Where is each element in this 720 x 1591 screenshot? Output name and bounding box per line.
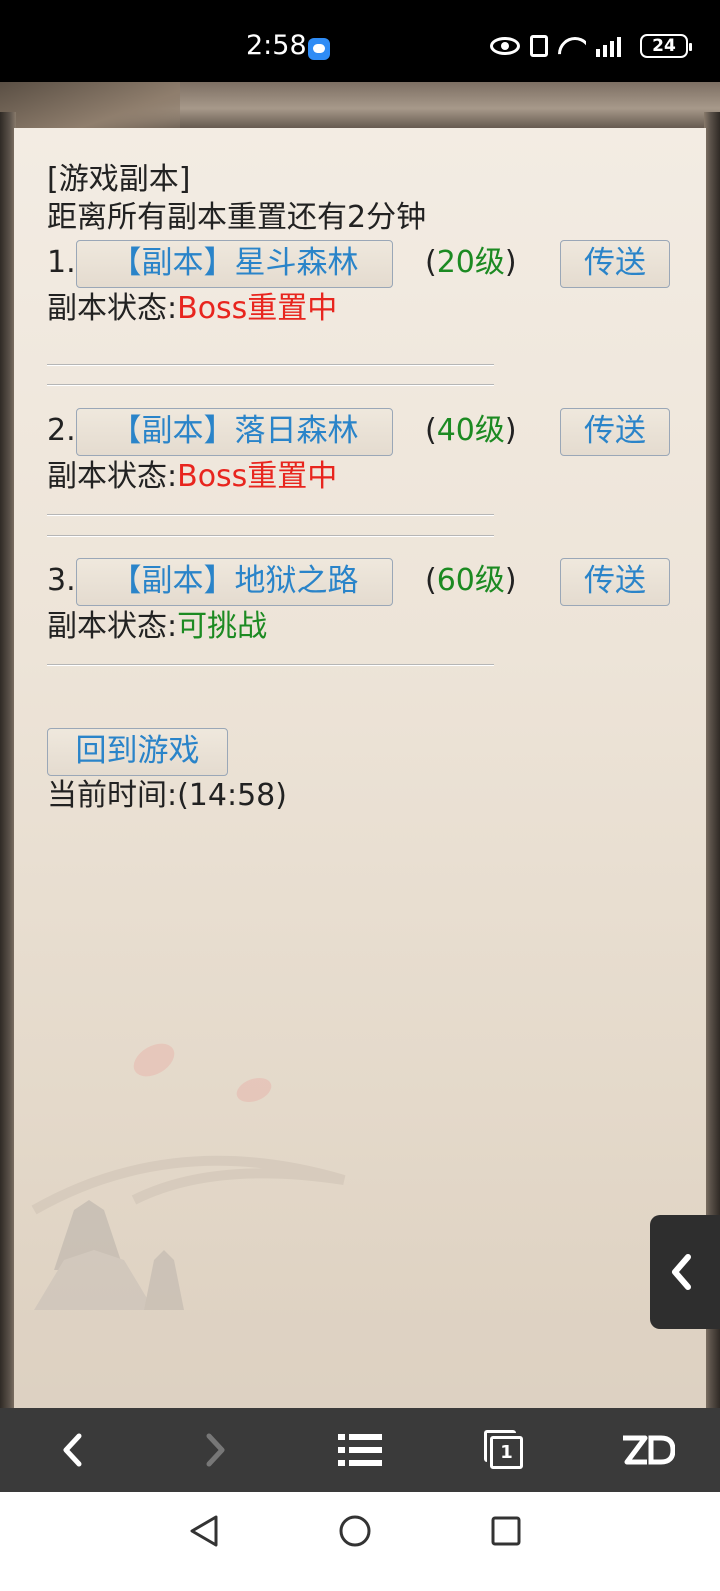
battery-icon: 24: [640, 34, 692, 58]
reset-notice: 距离所有副本重置还有2分钟: [47, 200, 427, 235]
nav-recents-icon[interactable]: [490, 1515, 522, 1547]
pagoda-landscape-art: [14, 1043, 706, 1430]
back-button[interactable]: [0, 1408, 144, 1492]
teleport-button-1[interactable]: 传送: [560, 240, 670, 288]
zd-logo-icon: [623, 1435, 675, 1465]
teleport-button-3[interactable]: 传送: [560, 558, 670, 606]
entry-index: 1.: [47, 245, 76, 280]
chevron-left-icon: [672, 1254, 691, 1290]
scroll-top-decoration: [0, 82, 720, 142]
eye-icon: [490, 37, 520, 55]
status-bar: 2:58 24: [0, 0, 720, 82]
divider: [47, 664, 494, 666]
signal-icon: [596, 35, 630, 57]
forward-icon: [206, 1433, 225, 1467]
current-time: 当前时间:(14:58): [47, 778, 287, 813]
system-nav-bar: [0, 1492, 720, 1591]
browser-toolbar: 1: [0, 1408, 720, 1492]
nav-home-icon[interactable]: [338, 1514, 372, 1548]
dungeon-link-2[interactable]: 【副本】落日森林: [76, 408, 393, 456]
side-drawer-tab[interactable]: [650, 1215, 720, 1329]
zd-button[interactable]: [576, 1408, 720, 1492]
entry-index: 2.: [47, 413, 76, 448]
tabs-button[interactable]: 1: [432, 1408, 576, 1492]
teleport-button-2[interactable]: 传送: [560, 408, 670, 456]
nav-back-icon[interactable]: [188, 1514, 220, 1548]
status-icons: 24: [490, 34, 692, 58]
entry-index: 3.: [47, 563, 76, 598]
tabs-count: 1: [490, 1436, 523, 1469]
dungeon-status-1: 副本状态:Boss重置中: [47, 291, 338, 326]
vibrate-icon: [530, 35, 548, 57]
menu-list-icon: [338, 1434, 382, 1466]
dungeon-level-2: (40级): [425, 413, 517, 448]
divider: [47, 384, 494, 386]
forward-button[interactable]: [144, 1408, 288, 1492]
dungeon-title: [游戏副本]: [47, 162, 191, 197]
dungeon-level-3: (60级): [425, 563, 517, 598]
menu-button[interactable]: [288, 1408, 432, 1492]
dungeon-status-3: 副本状态:可挑战: [47, 609, 268, 644]
divider: [47, 535, 494, 537]
dungeon-link-3[interactable]: 【副本】地狱之路: [76, 558, 393, 606]
divider: [47, 514, 494, 516]
dungeon-link-1[interactable]: 【副本】星斗森林: [76, 240, 393, 288]
wifi-icon: [558, 35, 586, 57]
message-icon: [308, 38, 330, 60]
dungeon-level-1: (20级): [425, 245, 517, 280]
back-to-game-button[interactable]: 回到游戏: [47, 728, 228, 776]
tabs-icon: 1: [484, 1430, 524, 1470]
divider: [47, 364, 494, 366]
dungeon-status-2: 副本状态:Boss重置中: [47, 459, 338, 494]
back-icon: [63, 1433, 82, 1467]
status-time: 2:58: [246, 30, 307, 61]
